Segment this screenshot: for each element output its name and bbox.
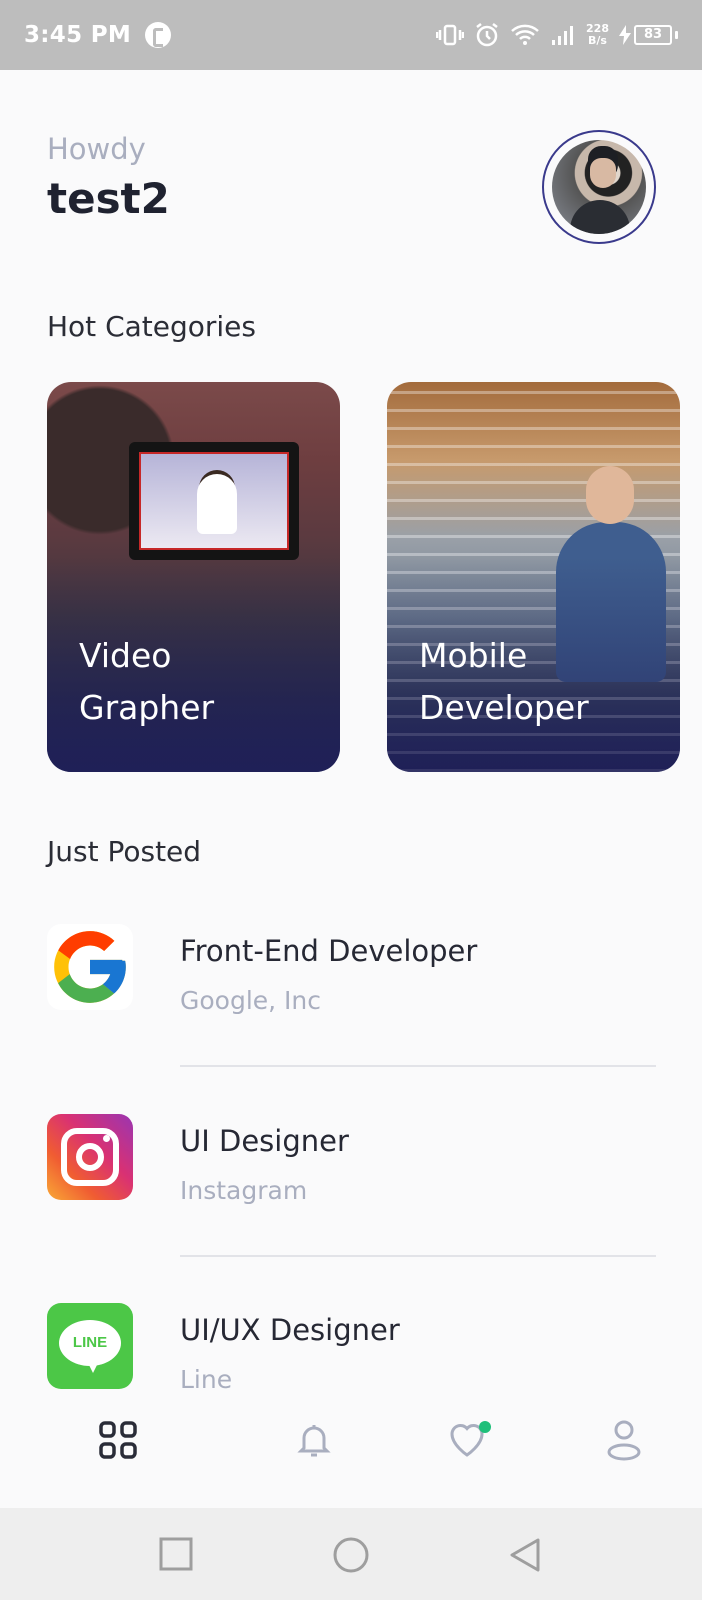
signal-icon	[552, 26, 574, 45]
app-notification-icon	[145, 22, 172, 48]
nav-favorites[interactable]	[446, 1416, 494, 1464]
job-title: Front-End Developer	[180, 934, 478, 968]
line-logo: LINE	[47, 1303, 133, 1389]
hot-categories-title: Hot Categories	[47, 310, 256, 343]
network-speed: 228 B/s	[586, 23, 609, 47]
home-button[interactable]	[332, 1536, 370, 1574]
back-button[interactable]	[508, 1536, 542, 1574]
line-logo-text: LINE	[59, 1320, 121, 1366]
category-label: Video Grapher	[79, 636, 215, 727]
battery-level: 83	[634, 25, 672, 45]
status-time: 3:45 PM	[24, 22, 132, 48]
system-nav-bar	[0, 1508, 702, 1600]
category-card-mobile-developer[interactable]: Mobile Developer	[387, 382, 680, 772]
grid-icon	[99, 1421, 137, 1459]
category-cards: Video Grapher Mobile Developer	[47, 382, 680, 772]
nav-home[interactable]	[94, 1416, 142, 1464]
just-posted-title: Just Posted	[47, 835, 202, 868]
heart-icon	[450, 1421, 491, 1457]
divider	[180, 1065, 656, 1067]
category-label: Mobile Developer	[419, 636, 589, 727]
greeting-text: Howdy	[47, 132, 146, 166]
job-company: Line	[180, 1365, 233, 1394]
status-bar: 3:45 PM 228 B/s 83	[0, 0, 702, 70]
bell-icon	[297, 1425, 331, 1457]
vibrate-icon	[436, 24, 465, 46]
job-title: UI Designer	[180, 1124, 349, 1158]
job-list-item[interactable]: Front-End Developer Google, Inc	[47, 924, 657, 1054]
nav-notifications[interactable]	[290, 1416, 338, 1464]
battery-indicator: 83	[619, 25, 678, 45]
recents-button[interactable]	[158, 1536, 194, 1572]
avatar-photo	[552, 140, 646, 234]
job-company: Google, Inc	[180, 986, 322, 1015]
wifi-icon	[511, 24, 539, 45]
job-company: Instagram	[180, 1176, 308, 1205]
user-icon	[607, 1420, 641, 1461]
greeting-header: Howdy test2	[47, 132, 170, 223]
network-speed-unit: B/s	[588, 34, 607, 47]
bottom-nav	[0, 1400, 702, 1510]
category-card-video-grapher[interactable]: Video Grapher	[47, 382, 340, 772]
charging-icon	[619, 25, 631, 45]
nav-profile[interactable]	[600, 1416, 648, 1464]
job-title: UI/UX Designer	[180, 1313, 400, 1347]
username: test2	[47, 174, 170, 223]
alarm-icon	[476, 23, 498, 47]
divider	[180, 1255, 656, 1257]
battery-tip	[675, 31, 678, 39]
job-list-item[interactable]: UI Designer Instagram	[47, 1114, 657, 1244]
google-logo	[47, 924, 133, 1010]
instagram-logo	[47, 1114, 133, 1200]
avatar[interactable]	[542, 130, 656, 244]
